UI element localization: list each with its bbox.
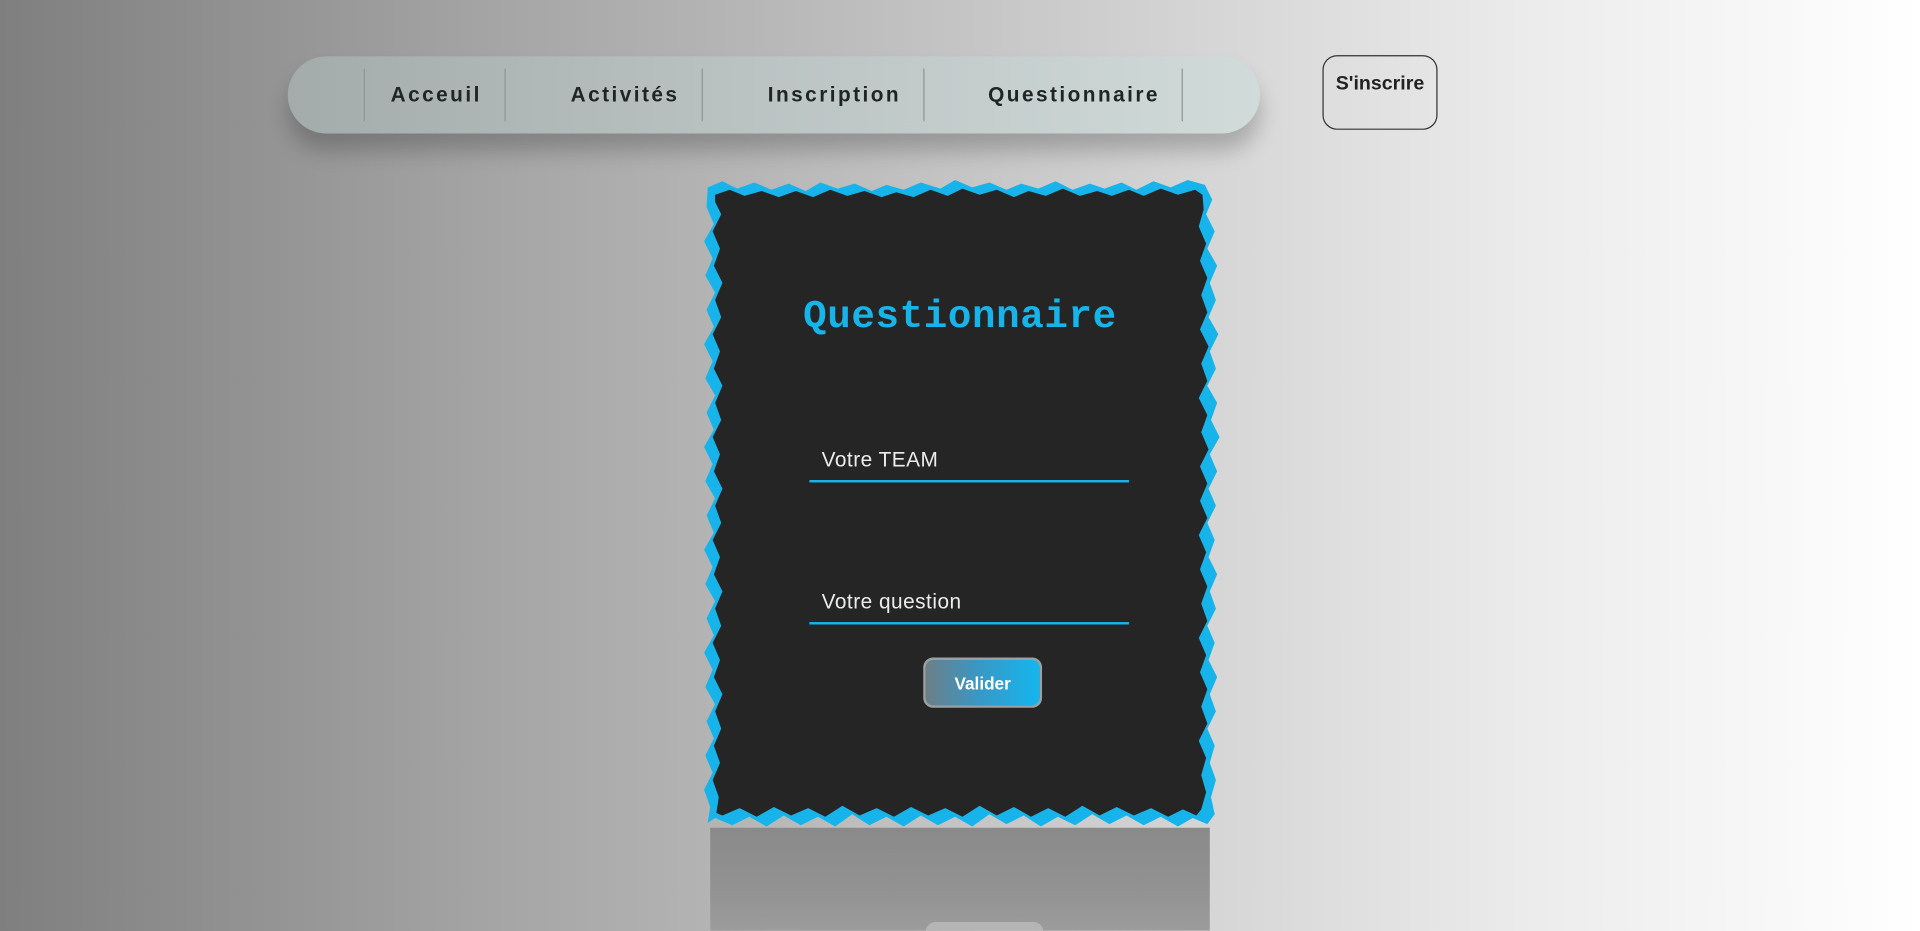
nav-divider xyxy=(923,68,925,122)
card-dark-surface xyxy=(712,188,1209,817)
nav-divider xyxy=(363,68,365,122)
reflected-submit-button xyxy=(925,922,1044,931)
question-input[interactable] xyxy=(809,582,1129,625)
nav-divider xyxy=(701,68,703,122)
nav-divider xyxy=(1181,68,1183,122)
team-input[interactable] xyxy=(809,440,1129,483)
nav-item-activites[interactable]: Activités xyxy=(571,56,680,133)
nav-item-acceuil[interactable]: Acceuil xyxy=(391,56,482,133)
signup-button[interactable]: S'inscrire xyxy=(1322,55,1438,130)
nav-item-questionnaire[interactable]: Questionnaire xyxy=(988,56,1160,133)
form-title: Questionnaire xyxy=(803,293,1117,340)
torn-paper-card-background xyxy=(704,180,1220,827)
nav-divider xyxy=(504,68,506,122)
questionnaire-card xyxy=(700,178,1224,833)
submit-button[interactable]: Valider xyxy=(923,657,1043,708)
card-reflection xyxy=(710,827,1210,931)
main-navigation: Acceuil Activités Inscription Questionna… xyxy=(287,56,1261,134)
nav-item-inscription[interactable]: Inscription xyxy=(768,56,901,133)
page: Acceuil Activités Inscription Questionna… xyxy=(0,0,1920,931)
